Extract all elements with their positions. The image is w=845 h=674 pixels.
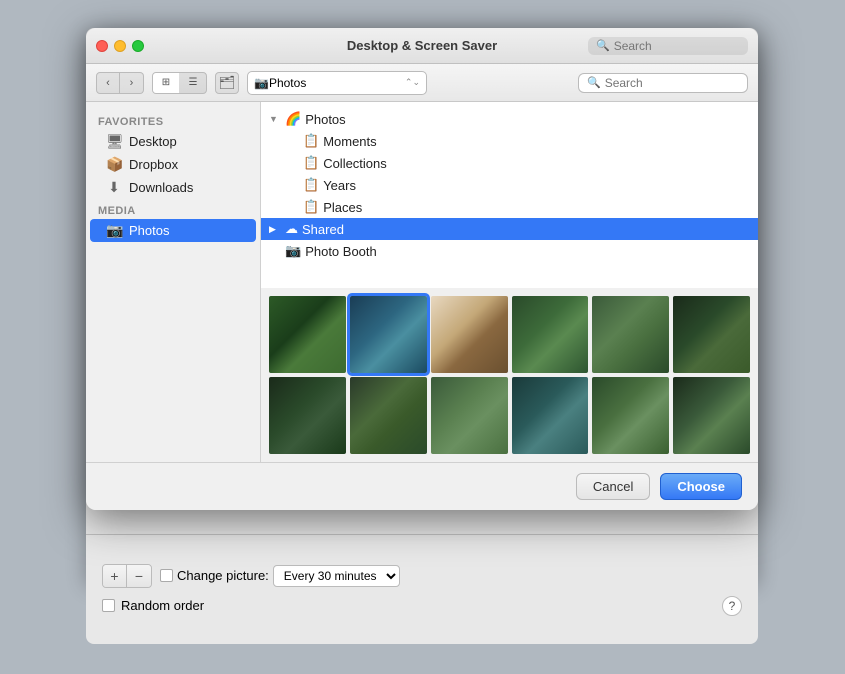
collections-label: Collections (323, 156, 387, 171)
source-select-icon: 📷 (254, 76, 269, 90)
photo-2[interactable] (350, 296, 427, 373)
sidebar-item-desktop-label: Desktop (129, 134, 177, 149)
list-view-button[interactable]: ☰ (180, 73, 206, 93)
add-remove-buttons[interactable]: + − (102, 564, 152, 588)
photos-tree-label: Photos (305, 112, 345, 127)
tree-item-photobooth[interactable]: 📷 Photo Booth (261, 240, 758, 262)
tree-item-shared[interactable]: ▶ ☁ Shared (261, 218, 758, 240)
dropbox-icon: 📦 (106, 156, 122, 173)
toolbar: ‹ › ⊞ ☰ 🗂 📷 Photos ⌃⌄ 🔍 (86, 64, 758, 102)
dialog-body: Favorites 🖥 Desktop 📦 Dropbox ⬇ Download… (86, 102, 758, 462)
moments-label: Moments (323, 134, 376, 149)
random-order-checkbox[interactable] (102, 599, 115, 612)
desktop-icon: 🖥 (106, 133, 122, 150)
moments-icon: 📋 (303, 133, 319, 149)
years-icon: 📋 (303, 177, 319, 193)
titlebar: Desktop & Screen Saver 🔍 (86, 28, 758, 64)
photos-tree-icon: 🌈 (285, 111, 301, 127)
photos-children: 📋 Moments 📋 Collections 📋 (261, 130, 758, 218)
places-icon: 📋 (303, 199, 319, 215)
shared-icon: ☁ (285, 221, 298, 237)
photo-8[interactable] (350, 377, 427, 454)
titlebar-search-icon: 🔍 (596, 39, 610, 52)
tree-item-years[interactable]: 📋 Years (279, 174, 758, 196)
minimize-button[interactable] (114, 40, 126, 52)
source-select[interactable]: 📷 Photos ⌃⌄ (247, 71, 427, 95)
sidebar-item-dropbox-label: Dropbox (129, 157, 178, 172)
shared-label: Shared (302, 222, 344, 237)
change-picture-row: Change picture: Every 30 minutes (160, 565, 400, 587)
toolbar-search-field[interactable]: 🔍 (578, 73, 748, 93)
sidebar-item-photos-label: Photos (129, 223, 169, 238)
tree-item-places[interactable]: 📋 Places (279, 196, 758, 218)
photobooth-icon: 📷 (285, 243, 301, 259)
photo-12[interactable] (673, 377, 750, 454)
photo-11[interactable] (592, 377, 669, 454)
back-button[interactable]: ‹ (96, 72, 120, 94)
toolbar-search-icon: 🔍 (587, 76, 601, 89)
sidebar: Favorites 🖥 Desktop 📦 Dropbox ⬇ Download… (86, 102, 261, 462)
tree-item-collections[interactable]: 📋 Collections (279, 152, 758, 174)
add-button[interactable]: + (103, 565, 127, 587)
photo-3[interactable] (431, 296, 508, 373)
view-toggle: ⊞ ☰ (152, 72, 207, 94)
help-button[interactable]: ? (722, 596, 742, 616)
sidebar-section-media: Media (86, 199, 260, 219)
random-order-row: Random order ? (102, 596, 742, 616)
file-picker-dialog: Desktop & Screen Saver 🔍 ‹ › ⊞ ☰ 🗂 (86, 28, 758, 510)
action-bar: Cancel Choose (86, 462, 758, 510)
photo-4[interactable] (512, 296, 589, 373)
interval-select[interactable]: Every 30 minutes (273, 565, 400, 587)
new-folder-button[interactable]: 🗂 (215, 72, 239, 94)
titlebar-search-input[interactable] (614, 39, 740, 53)
remove-button[interactable]: − (127, 565, 151, 587)
toolbar-search-input[interactable] (605, 76, 739, 90)
cancel-button[interactable]: Cancel (576, 473, 650, 500)
disclosure-photos: ▼ (269, 114, 281, 124)
photo-7[interactable] (269, 377, 346, 454)
close-button[interactable] (96, 40, 108, 52)
filetree: ▼ 🌈 Photos 📋 Moments (261, 102, 758, 288)
choose-button[interactable]: Choose (660, 473, 742, 500)
sidebar-section-favorites: Favorites (86, 110, 260, 130)
source-select-chevron: ⌃⌄ (405, 77, 420, 88)
sidebar-item-desktop[interactable]: 🖥 Desktop (90, 130, 256, 153)
maximize-button[interactable] (132, 40, 144, 52)
window-title: Desktop & Screen Saver (347, 38, 497, 53)
photo-5[interactable] (592, 296, 669, 373)
photos-grid (261, 288, 758, 462)
photo-9[interactable] (431, 377, 508, 454)
change-picture-label: Change picture: (177, 568, 269, 583)
collections-icon: 📋 (303, 155, 319, 171)
photos-icon: 📷 (106, 222, 122, 239)
places-label: Places (323, 200, 362, 215)
sidebar-item-photos[interactable]: 📷 Photos (90, 219, 256, 242)
photobooth-label: Photo Booth (305, 244, 377, 259)
grid-view-button[interactable]: ⊞ (153, 73, 179, 93)
photo-10[interactable] (512, 377, 589, 454)
sidebar-item-downloads-label: Downloads (129, 180, 193, 195)
sidebar-item-downloads[interactable]: ⬇ Downloads (90, 176, 256, 199)
photo-6[interactable] (673, 296, 750, 373)
change-picture-checkbox[interactable] (160, 569, 173, 582)
random-order-label: Random order (121, 598, 204, 613)
disclosure-shared: ▶ (269, 224, 281, 235)
source-select-label: Photos (269, 76, 306, 90)
titlebar-search-field[interactable]: 🔍 (588, 37, 748, 55)
sidebar-item-dropbox[interactable]: 📦 Dropbox (90, 153, 256, 176)
back-forward-buttons: ‹ › (96, 72, 144, 94)
tree-item-moments[interactable]: 📋 Moments (279, 130, 758, 152)
traffic-lights (96, 40, 144, 52)
years-label: Years (323, 178, 356, 193)
bottom-panel: + − Change picture: Every 30 minutes Ran… (86, 534, 758, 644)
photo-1[interactable] (269, 296, 346, 373)
forward-button[interactable]: › (120, 72, 144, 94)
main-content: ▼ 🌈 Photos 📋 Moments (261, 102, 758, 462)
tree-item-photos[interactable]: ▼ 🌈 Photos (261, 108, 758, 130)
downloads-icon: ⬇ (106, 179, 122, 196)
